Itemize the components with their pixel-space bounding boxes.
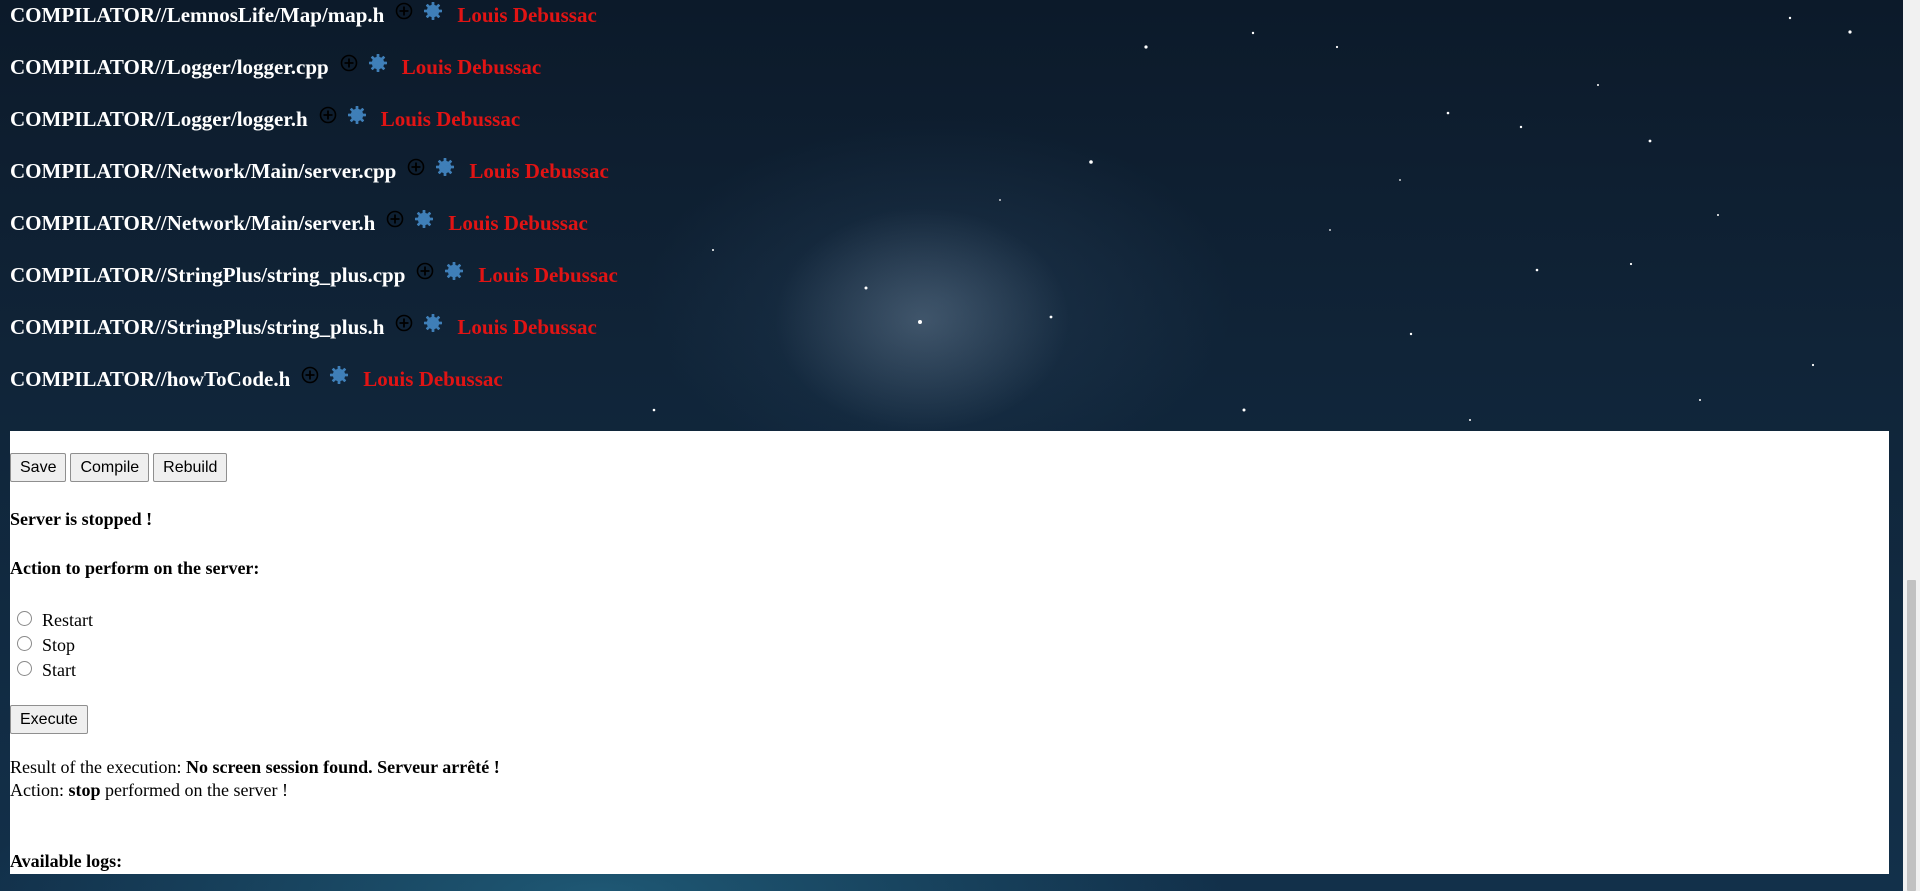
file-row: COMPILATOR//Logger/logger.cpp Louis Debu… bbox=[10, 41, 618, 93]
file-path: COMPILATOR//LemnosLife/Map/map.h bbox=[10, 2, 385, 27]
radio-label: Start bbox=[42, 660, 76, 680]
plus-circle-icon[interactable] bbox=[395, 2, 413, 20]
rebuild-button[interactable]: Rebuild bbox=[153, 453, 228, 482]
file-row: COMPILATOR//LemnosLife/Map/map.h Louis D… bbox=[10, 0, 618, 41]
file-row: COMPILATOR//StringPlus/string_plus.h Lou… bbox=[10, 301, 618, 353]
file-path: COMPILATOR//Logger/logger.h bbox=[10, 106, 308, 131]
gear-icon[interactable] bbox=[347, 105, 367, 125]
action-value: stop bbox=[68, 780, 101, 800]
author-link[interactable]: Louis Debussac bbox=[457, 315, 596, 340]
plus-circle-icon[interactable] bbox=[301, 366, 319, 384]
author-link[interactable]: Louis Debussac bbox=[469, 159, 608, 184]
result-prefix: Result of the execution: bbox=[10, 757, 186, 777]
file-path: COMPILATOR//Network/Main/server.h bbox=[10, 210, 376, 235]
gear-icon[interactable] bbox=[329, 365, 349, 385]
server-status: Server is stopped ! bbox=[10, 509, 153, 529]
file-path: COMPILATOR//StringPlus/string_plus.cpp bbox=[10, 262, 406, 287]
page-scrollbar[interactable] bbox=[1903, 0, 1920, 891]
action-line: Action: stop performed on the server ! bbox=[10, 779, 500, 802]
action-heading: Action to perform on the server: bbox=[10, 558, 260, 578]
author-link[interactable]: Louis Debussac bbox=[448, 211, 587, 236]
file-path: COMPILATOR//howToCode.h bbox=[10, 366, 291, 391]
action-suffix: performed on the server ! bbox=[100, 780, 288, 800]
radio-option-stop[interactable]: Stop bbox=[10, 633, 93, 658]
plus-circle-icon[interactable] bbox=[416, 262, 434, 280]
radio-button[interactable] bbox=[17, 611, 32, 626]
file-row: COMPILATOR//StringPlus/string_plus.cpp L… bbox=[10, 249, 618, 301]
file-row: COMPILATOR//howToCode.h Louis Debussac bbox=[10, 353, 618, 405]
compile-button[interactable]: Compile bbox=[70, 453, 150, 482]
gear-icon[interactable] bbox=[444, 261, 464, 281]
plus-circle-icon[interactable] bbox=[319, 106, 337, 124]
author-link[interactable]: Louis Debussac bbox=[381, 107, 520, 132]
gear-icon[interactable] bbox=[435, 157, 455, 177]
radio-option-restart[interactable]: Restart bbox=[10, 608, 93, 633]
save-button[interactable]: Save bbox=[10, 453, 67, 482]
author-link[interactable]: Louis Debussac bbox=[457, 3, 596, 28]
gear-icon[interactable] bbox=[423, 313, 443, 333]
toolbar: Save Compile Rebuild bbox=[10, 453, 228, 482]
author-link[interactable]: Louis Debussac bbox=[363, 367, 502, 392]
file-row: COMPILATOR//Network/Main/server.cpp Loui… bbox=[10, 145, 618, 197]
execution-result: Result of the execution: No screen sessi… bbox=[10, 756, 500, 802]
gear-icon[interactable] bbox=[368, 53, 388, 73]
gear-icon[interactable] bbox=[423, 1, 443, 21]
radio-label: Restart bbox=[42, 610, 93, 630]
file-path: COMPILATOR//Network/Main/server.cpp bbox=[10, 158, 397, 183]
server-action-radio-group: Restart Stop Start bbox=[10, 608, 93, 683]
file-path: COMPILATOR//Logger/logger.cpp bbox=[10, 54, 329, 79]
action-prefix: Action: bbox=[10, 780, 69, 800]
server-control-panel: Save Compile Rebuild Server is stopped !… bbox=[10, 431, 1889, 874]
file-row: COMPILATOR//Network/Main/server.h Louis … bbox=[10, 197, 618, 249]
execute-button[interactable]: Execute bbox=[10, 705, 88, 734]
plus-circle-icon[interactable] bbox=[395, 314, 413, 332]
file-row: COMPILATOR//Logger/logger.h Louis Debuss… bbox=[10, 93, 618, 145]
plus-circle-icon[interactable] bbox=[386, 210, 404, 228]
plus-circle-icon[interactable] bbox=[340, 54, 358, 72]
radio-option-start[interactable]: Start bbox=[10, 658, 93, 683]
radio-button[interactable] bbox=[17, 636, 32, 651]
file-list: COMPILATOR//LemnosLife/Map/map.h Louis D… bbox=[10, 0, 618, 405]
author-link[interactable]: Louis Debussac bbox=[402, 55, 541, 80]
available-logs-heading: Available logs: bbox=[10, 851, 123, 871]
radio-label: Stop bbox=[42, 635, 76, 655]
result-value: No screen session found. Serveur arrêté … bbox=[185, 757, 500, 777]
author-link[interactable]: Louis Debussac bbox=[478, 263, 617, 288]
gear-icon[interactable] bbox=[414, 209, 434, 229]
scrollbar-thumb[interactable] bbox=[1907, 580, 1916, 891]
file-path: COMPILATOR//StringPlus/string_plus.h bbox=[10, 314, 385, 339]
plus-circle-icon[interactable] bbox=[407, 158, 425, 176]
radio-button[interactable] bbox=[17, 661, 32, 676]
result-line: Result of the execution: No screen sessi… bbox=[10, 756, 500, 779]
